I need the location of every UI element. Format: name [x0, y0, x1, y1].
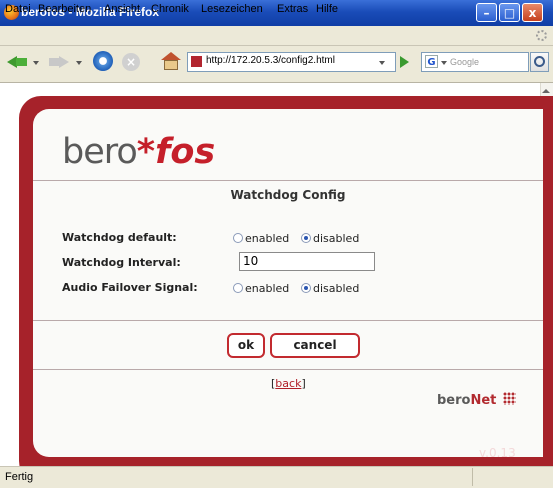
status-separator: [472, 468, 473, 486]
watchdog-interval-input[interactable]: 10: [239, 252, 375, 271]
menu-ansicht[interactable]: Ansicht: [104, 3, 140, 15]
search-engine-google-icon[interactable]: G: [425, 55, 438, 68]
minimize-button[interactable]: –: [476, 3, 497, 22]
divider: [33, 320, 543, 321]
menu-lesezeichen[interactable]: Lesezeichen: [201, 3, 263, 15]
beronet-logo-net: Net: [470, 393, 497, 408]
status-bar: [0, 466, 553, 488]
ok-button[interactable]: ok: [227, 333, 265, 358]
stop-icon[interactable]: ×: [122, 53, 140, 71]
logo-star: *: [136, 132, 156, 172]
menu-datei[interactable]: Datei: [5, 3, 31, 15]
bracket-close: ]: [301, 377, 306, 390]
menu-bar: [0, 26, 553, 46]
go-arrow-icon[interactable]: [400, 56, 409, 68]
forward-history-dropdown-icon[interactable]: [76, 61, 82, 65]
search-placeholder[interactable]: Google: [450, 57, 479, 67]
url-text[interactable]: http://172.20.5.3/config2.html: [206, 55, 335, 66]
status-text: Fertig: [5, 471, 34, 483]
watchdog-default-disabled-radio[interactable]: [301, 233, 311, 243]
menu-hilfe[interactable]: Hilfe: [316, 3, 338, 15]
audio-failover-enabled-label[interactable]: enabled: [245, 282, 289, 295]
divider: [33, 180, 543, 181]
menu-extras[interactable]: Extras: [277, 3, 308, 15]
scroll-up-arrow-icon[interactable]: [542, 89, 550, 93]
beronet-logo: beroNet: [437, 393, 496, 408]
forward-arrow-icon[interactable]: [49, 52, 71, 70]
version-label: v.0.13: [479, 446, 516, 460]
search-engine-dropdown-icon[interactable]: [441, 61, 447, 65]
maximize-button[interactable]: □: [499, 3, 520, 22]
audio-failover-enabled-radio[interactable]: [233, 283, 243, 293]
watchdog-default-enabled-label[interactable]: enabled: [245, 232, 289, 245]
back-arrow-icon[interactable]: [7, 52, 29, 70]
audio-failover-disabled-radio[interactable]: [301, 283, 311, 293]
menu-bearbeiten[interactable]: Bearbeiten: [38, 3, 91, 15]
back-link[interactable]: back: [275, 377, 301, 390]
site-favicon-icon: [191, 56, 202, 67]
berofos-logo: bero*fos: [62, 132, 215, 172]
url-history-dropdown-icon[interactable]: [379, 61, 385, 65]
home-icon[interactable]: [160, 52, 182, 70]
search-magnifier-icon[interactable]: [530, 52, 549, 72]
divider: [33, 369, 543, 370]
cancel-button[interactable]: cancel: [270, 333, 360, 358]
logo-text-fos: fos: [155, 132, 216, 172]
close-button[interactable]: x: [522, 3, 543, 22]
logo-text-bero: bero: [62, 132, 138, 172]
beronet-logo-bero: bero: [437, 393, 471, 408]
activity-throbber-icon: [536, 30, 547, 41]
audio-failover-disabled-label[interactable]: disabled: [313, 282, 359, 295]
watchdog-default-label: Watchdog default:: [62, 231, 177, 244]
menu-chronik[interactable]: Chronik: [151, 3, 189, 15]
back-history-dropdown-icon[interactable]: [33, 61, 39, 65]
beronet-dots-icon: [503, 392, 516, 405]
page-title: Watchdog Config: [230, 188, 346, 202]
audio-failover-label: Audio Failover Signal:: [62, 281, 198, 294]
back-link-container: [back]: [271, 377, 306, 390]
watchdog-interval-label: Watchdog Interval:: [62, 256, 181, 269]
watchdog-default-disabled-label[interactable]: disabled: [313, 232, 359, 245]
watchdog-default-enabled-radio[interactable]: [233, 233, 243, 243]
reload-icon[interactable]: [93, 51, 113, 71]
